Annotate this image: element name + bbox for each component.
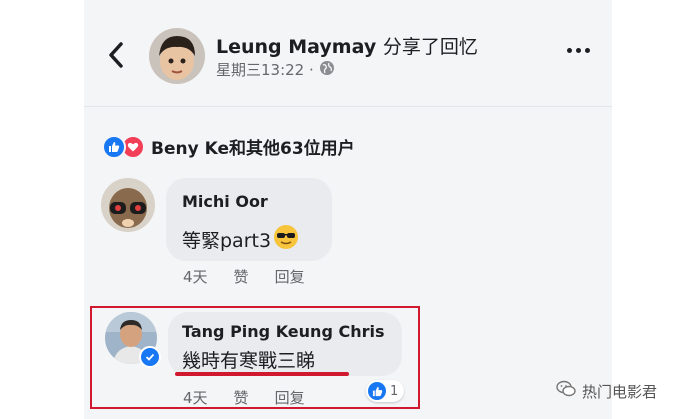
reply-button[interactable]: 回复	[275, 266, 305, 287]
reactions-summary-text: Beny Ke和其他63位用户	[151, 139, 355, 159]
author-avatar[interactable]	[149, 28, 205, 84]
author-name[interactable]: Leung Maymay	[216, 36, 376, 58]
globe-icon	[319, 60, 335, 80]
post-timestamp[interactable]: 星期三13:22 ·	[216, 59, 314, 80]
comment-author[interactable]: Michi Oor	[182, 192, 268, 211]
like-button[interactable]: 赞	[234, 266, 249, 287]
comment-text: 等緊part3	[182, 224, 299, 255]
watermark: 热门电影君	[556, 380, 657, 402]
comment-actions: 4天 赞 回复	[183, 266, 305, 287]
comment-time[interactable]: 4天	[183, 266, 208, 287]
sunglasses-emoji-icon	[273, 224, 299, 255]
like-reaction-icon	[102, 134, 126, 159]
comment-text-content: 等緊part3	[182, 230, 272, 252]
post-meta: 星期三13:22 ·	[216, 59, 335, 80]
divider	[84, 106, 612, 107]
reactions-summary[interactable]: Beny Ke和其他63位用户	[102, 134, 355, 159]
post-action-text: 分享了回忆	[382, 36, 478, 58]
post-header-title: Leung Maymay 分享了回忆	[216, 32, 478, 59]
commenter-avatar-michi[interactable]	[101, 178, 155, 232]
more-options-icon[interactable]	[567, 48, 590, 53]
comment-bubble: Michi Oor 等緊part3	[166, 178, 332, 261]
wechat-logo-icon	[556, 380, 576, 402]
watermark-text: 热门电影君	[582, 382, 658, 401]
back-arrow-icon[interactable]	[103, 40, 129, 70]
like-reaction-icon	[368, 382, 386, 400]
